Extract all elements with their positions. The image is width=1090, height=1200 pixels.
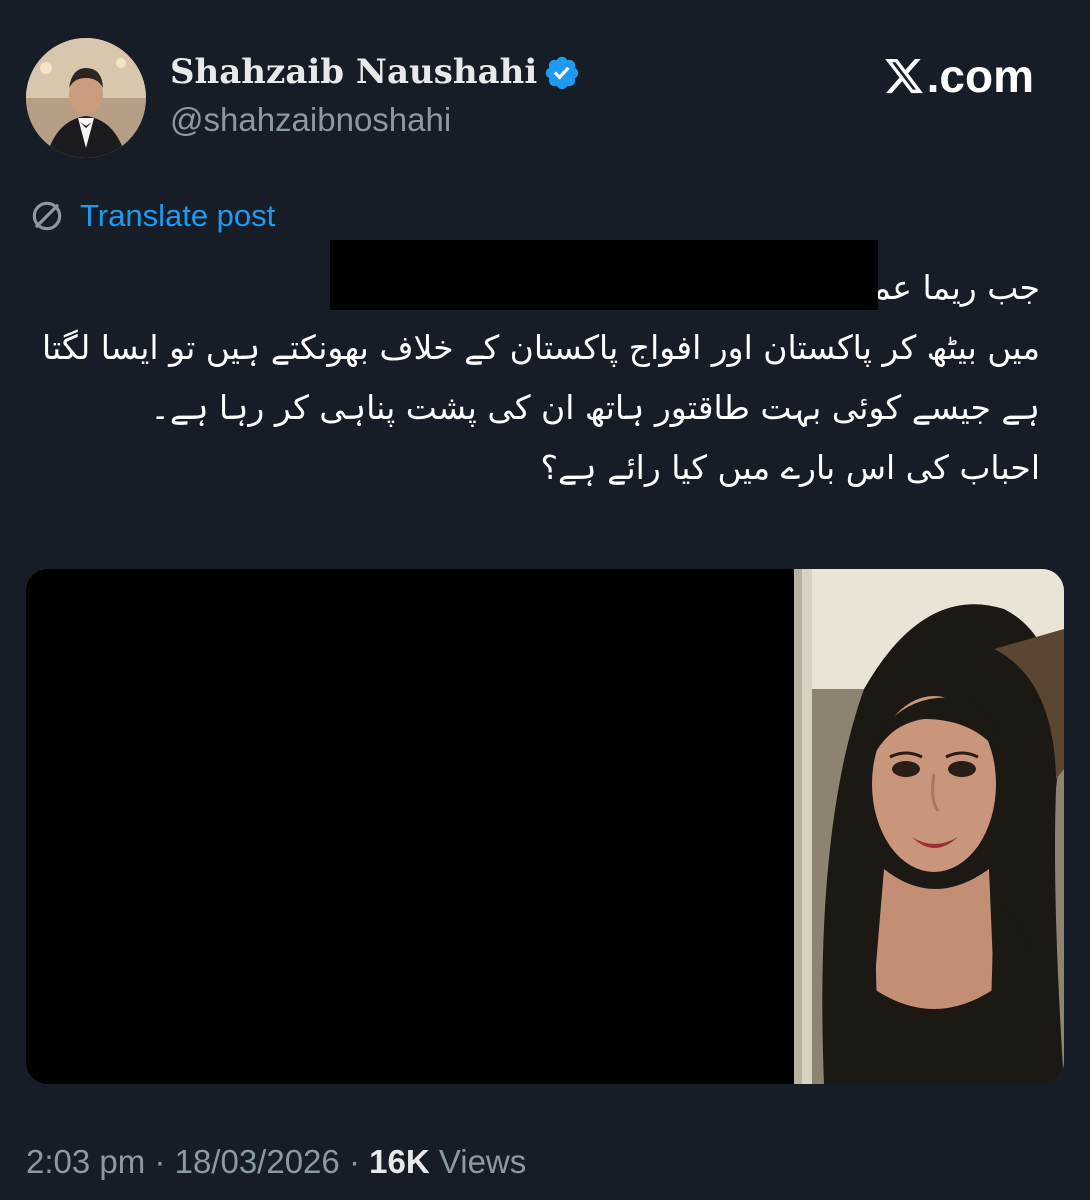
post-line: ہے جیسے کوئی بہت طاقتور ہاتھ ان کی پشت پ… — [150, 388, 1040, 427]
brand-label: .com — [926, 50, 1034, 102]
post-line: احباب کی اس بارے میں کیا رائے ہے؟ — [540, 448, 1040, 487]
post-media[interactable] — [26, 569, 1064, 1084]
redaction-bar — [330, 240, 878, 310]
post-photo[interactable] — [794, 569, 1064, 1084]
globe-icon — [32, 201, 62, 231]
x-logo-icon — [884, 58, 923, 94]
views-label: Views — [438, 1143, 527, 1180]
avatar[interactable] — [26, 38, 146, 158]
post-meta: 2:03 pm · 18/03/2026 · 16K Views — [26, 1140, 526, 1184]
brand-watermark: .com — [883, 50, 1034, 102]
meta-separator: · — [154, 1143, 166, 1180]
post-line: میں بیٹھ کر پاکستان اور افواج پاکستان کے… — [41, 328, 1040, 367]
post-time[interactable]: 2:03 pm — [26, 1143, 145, 1180]
author-handle[interactable]: @shahzaibnoshahi — [170, 98, 451, 142]
meta-separator: · — [348, 1143, 360, 1180]
redacted-image — [26, 569, 794, 1084]
translate-post-button[interactable]: Translate post — [28, 194, 275, 238]
translate-post-label: Translate post — [80, 198, 276, 233]
post-date[interactable]: 18/03/2026 — [175, 1143, 340, 1180]
views-count: 16K — [369, 1143, 430, 1180]
verified-badge-icon — [545, 56, 579, 90]
author-display-name[interactable]: Shahzaib Naushahi — [170, 50, 537, 94]
